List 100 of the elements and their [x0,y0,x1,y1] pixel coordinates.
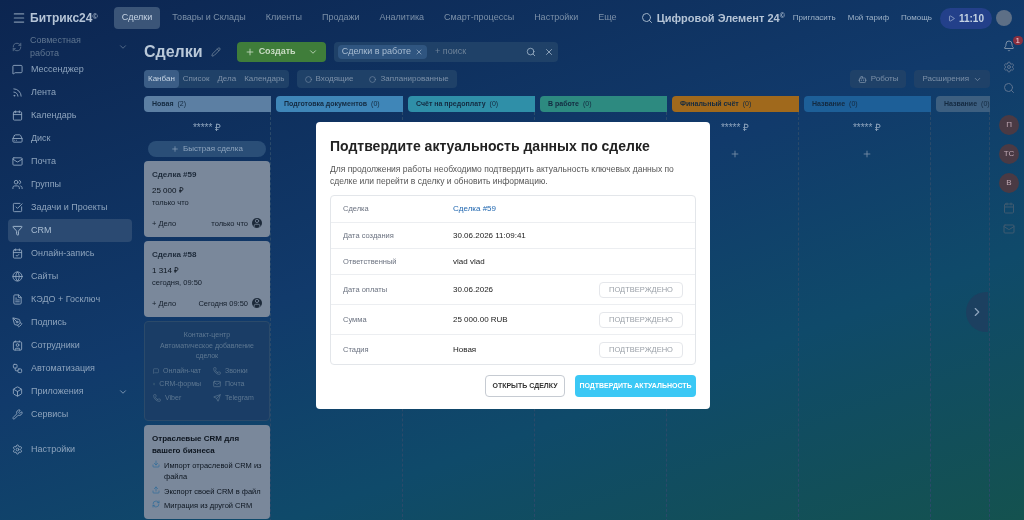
phone-icon [153,393,161,402]
sidebar-item[interactable]: Мессенджер [8,58,132,81]
scroll-right-button[interactable] [966,292,988,332]
calendar-icon[interactable] [1003,202,1015,214]
settings-icon[interactable] [1003,61,1015,73]
header-link[interactable]: Пригласить [792,12,836,24]
filter-chip[interactable]: Сделки в работе [337,45,428,59]
stage-sum: ***** ₽ [720,121,750,135]
header-link[interactable]: Помощь [901,12,932,24]
circle-icon [369,75,377,83]
deal-title[interactable]: Сделка #58 [152,249,262,261]
wrench-icon [12,409,23,420]
chevron-icon[interactable] [118,42,128,52]
contact-icon [12,340,23,351]
sidebar-item[interactable]: Диск [8,127,132,150]
sidebar-item[interactable]: Приложения [8,380,132,403]
company-name: Цифровой Элемент 24$^{©}$ [656,10,785,26]
deal-amount: 25 000 ₽ [152,185,185,197]
plus-icon[interactable] [730,149,740,159]
document-icon [12,294,23,305]
nav-tab[interactable]: Продажи [313,7,368,29]
workflow-icon [12,363,23,374]
search-icon[interactable] [1003,82,1015,94]
plus-icon [171,145,180,153]
people-icon [12,179,23,190]
send-icon [213,393,221,402]
deal-link[interactable]: Сделка #59 [453,203,683,215]
counter-button[interactable]: Запланированные [361,70,457,88]
field-value: vlad vlad [453,255,486,268]
view-tab[interactable]: Календарь [240,70,289,88]
sidebar-item[interactable]: КЭДО + Госключ [8,288,132,311]
header-link[interactable]: Мой тариф [847,12,890,24]
chat-icon [12,64,23,75]
deal-title[interactable]: Сделка #59 [152,169,262,181]
create-button[interactable]: Создать [236,42,326,62]
nav-tab[interactable]: Клиенты [257,7,310,29]
time-button[interactable]: 11:10 [939,7,992,29]
page-title: Сделки [144,42,203,62]
pencil-icon[interactable] [210,47,221,57]
menu-icon[interactable] [12,11,26,25]
view-tab[interactable]: Канбан [144,70,179,88]
user-icon[interactable] [252,218,262,229]
sidebar-item[interactable]: Сервисы [8,403,132,426]
export-icon [152,485,160,494]
sidebar-item[interactable]: Календарь [8,104,132,127]
logo[interactable]: Битрикс24$^{©}$ [30,9,98,27]
caret-icon [307,47,318,57]
sidebar-item[interactable]: Автоматизация [8,357,132,380]
avatar[interactable] [996,10,1012,26]
search-icon[interactable] [525,47,536,57]
nav-tab[interactable]: Смарт-процессы [436,7,523,29]
search-icon[interactable] [640,12,653,24]
nav-tab[interactable]: Сделки [113,7,161,29]
phone-icon [213,366,221,375]
field-value: 30.06.2026 [453,283,495,296]
extensions-button[interactable]: Расширения [914,70,990,88]
avatar[interactable]: ТС [999,144,1019,164]
sidebar-item[interactable]: Лента [8,81,132,104]
sidebar-item[interactable]: Настройки [31,442,76,457]
circle-icon [304,75,312,83]
counter-button[interactable]: Входящие [296,70,362,88]
refresh-icon [152,499,160,508]
deal-amount: 1 314 ₽ [152,265,181,277]
sidebar-group-title[interactable]: Совместная работа [30,33,110,61]
sidebar-item[interactable]: Задачи и Проекты [8,196,132,219]
avatar[interactable]: В [999,173,1019,193]
calendar-icon [12,248,23,259]
view-tab[interactable]: Дела [213,70,241,88]
sidebar-item[interactable]: Подпись [8,311,132,334]
mail-icon[interactable] [1003,223,1015,235]
search-input[interactable]: + поиск [435,45,518,59]
nav-tab[interactable]: Еще [590,7,625,29]
sidebar-item[interactable]: Почта [8,150,132,173]
drive-icon [12,133,23,144]
import-icon [152,460,160,468]
bell-icon[interactable] [1003,40,1015,52]
view-tab[interactable]: Список [178,70,214,88]
nav-tab[interactable]: Аналитика [371,7,433,29]
nav-tab[interactable]: Настройки [526,7,587,29]
mail-icon [12,156,23,167]
notification-badge: 1 [1012,36,1023,45]
sidebar-item[interactable]: Группы [8,173,132,196]
box-icon [12,386,23,397]
sync-icon [12,42,22,52]
avatar[interactable]: П [999,115,1019,135]
sidebar-item[interactable]: Онлайн-запись [8,242,132,265]
sidebar-item[interactable]: Сотрудники [8,334,132,357]
search-field[interactable]: Сделки в работе + поиск [333,42,558,62]
sidebar-item[interactable]: Сайты [8,265,132,288]
quick-deal-button[interactable]: Быстрая сделка [148,141,266,157]
calendar-icon [12,110,23,121]
sidebar-item[interactable]: CRM [8,219,132,242]
robots-button[interactable]: Роботы [849,70,907,88]
close-icon[interactable] [415,48,424,56]
settings-icon [12,444,23,455]
user-icon[interactable] [252,298,262,309]
nav-tab[interactable]: Товары и Склады [164,7,254,29]
close-icon[interactable] [543,47,554,57]
plus-icon[interactable] [862,149,872,159]
checkbox-icon [12,202,23,213]
